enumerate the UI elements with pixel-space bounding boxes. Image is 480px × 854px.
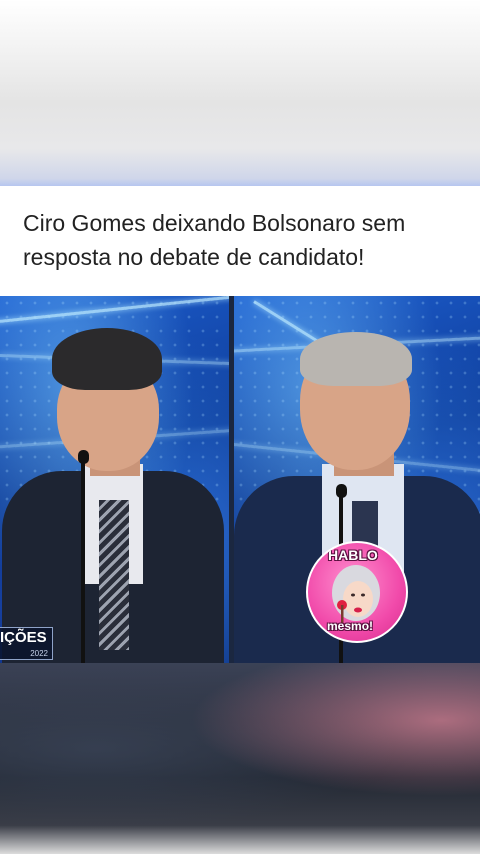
broadcast-logo: IÇÕES 2022 bbox=[0, 627, 53, 660]
broadcast-logo-title: IÇÕES bbox=[0, 629, 47, 646]
broadcast-logo-year: 2022 bbox=[30, 649, 48, 658]
post-caption: Ciro Gomes deixando Bolsonaro sem respos… bbox=[23, 210, 406, 270]
blurred-background-bottom bbox=[0, 663, 480, 854]
blurred-background-top bbox=[0, 0, 480, 186]
left-microphone bbox=[81, 458, 85, 663]
watermark-top-text: HABLO bbox=[328, 547, 378, 563]
hablo-mesmo-watermark: HABLO mesmo! bbox=[306, 541, 408, 643]
left-speaker-panel bbox=[0, 296, 229, 663]
video-frame[interactable]: IÇÕES 2022 bbox=[0, 296, 480, 663]
watermark-bottom-text: mesmo! bbox=[327, 619, 374, 633]
